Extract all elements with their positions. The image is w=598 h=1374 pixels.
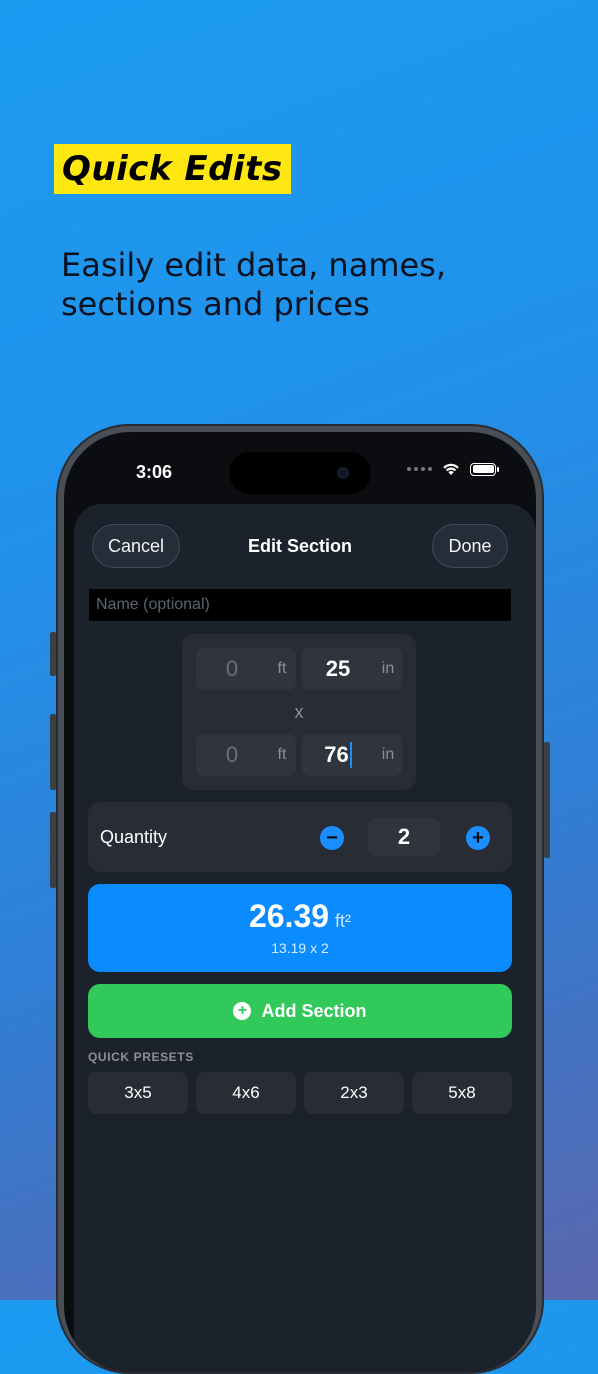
battery-icon <box>470 462 499 476</box>
dynamic-island <box>229 452 371 494</box>
dimension-separator: x <box>294 702 304 722</box>
area-unit: ft² <box>335 911 352 931</box>
preset-button[interactable]: 5x8 <box>412 1072 512 1114</box>
row2-feet-field[interactable]: 0 ft <box>196 734 296 776</box>
done-button[interactable]: Done <box>432 524 508 568</box>
text-cursor <box>349 742 352 768</box>
plus-icon: + <box>472 827 484 849</box>
phone-side-button-volume-up <box>50 714 56 790</box>
row1-feet-unit: ft <box>277 660 287 677</box>
phone-side-button-power <box>544 742 550 858</box>
row2-inches-value-wrap: 76 <box>302 734 374 776</box>
phone-side-button-action <box>50 632 56 676</box>
quick-presets: 3x5 4x6 2x3 5x8 <box>88 1072 512 1114</box>
quick-presets-label: QUICK PRESETS <box>88 1050 194 1064</box>
name-input-placeholder: Name (optional) <box>96 596 210 613</box>
headline-badge: Quick Edits <box>54 144 291 194</box>
area-summary-card: 26.39 ft² 13.19 x 2 <box>88 884 512 972</box>
area-breakdown: 13.19 x 2 <box>271 940 329 956</box>
decrement-button[interactable]: − <box>320 826 344 850</box>
plus-circle-icon: + <box>233 1002 252 1020</box>
cellular-dots-icon <box>407 467 432 471</box>
area-total: 26.39 ft² <box>88 898 512 935</box>
increment-button[interactable]: + <box>466 826 490 850</box>
phone-screen: 3:06 Cancel Edit Section Done Name (opti… <box>64 432 536 1372</box>
row2-inches-field[interactable]: 76 in <box>302 734 402 776</box>
row1-feet-value: 0 <box>225 656 239 681</box>
row1-inches-field[interactable]: 25 in <box>302 648 402 690</box>
quantity-label: Quantity <box>100 827 168 847</box>
preset-button[interactable]: 2x3 <box>304 1072 404 1114</box>
add-section-label: Add Section <box>261 1000 367 1021</box>
name-input[interactable]: Name (optional) <box>88 588 512 622</box>
minus-icon: − <box>326 827 338 849</box>
row2-inches-unit: in <box>381 746 395 763</box>
wifi-icon <box>443 463 459 475</box>
add-section-button[interactable]: + Add Section <box>88 984 512 1038</box>
row2-feet-unit: ft <box>277 746 287 763</box>
dimensions-panel: 0 ft 25 in x 0 ft 76 in <box>182 634 416 790</box>
phone-side-button-volume-down <box>50 812 56 888</box>
edit-section-sheet: Cancel Edit Section Done Name (optional)… <box>74 504 536 1372</box>
row1-inches-unit: in <box>381 660 395 677</box>
preset-button[interactable]: 3x5 <box>88 1072 188 1114</box>
row1-inches-value: 25 <box>325 656 351 681</box>
row1-feet-field[interactable]: 0 ft <box>196 648 296 690</box>
status-icons <box>407 462 499 476</box>
front-camera-icon <box>337 467 349 479</box>
status-time: 3:06 <box>136 462 173 482</box>
status-bar: 3:06 <box>64 432 536 496</box>
marketing-subheading: Easily edit data, names, sections and pr… <box>61 246 447 323</box>
preset-button[interactable]: 4x6 <box>196 1072 296 1114</box>
row2-inches-value: 76 <box>324 742 349 767</box>
row2-feet-value: 0 <box>225 742 239 767</box>
quantity-value[interactable]: 2 <box>368 818 440 856</box>
area-value: 26.39 <box>248 898 330 934</box>
quantity-panel: Quantity − 2 + <box>88 802 512 872</box>
